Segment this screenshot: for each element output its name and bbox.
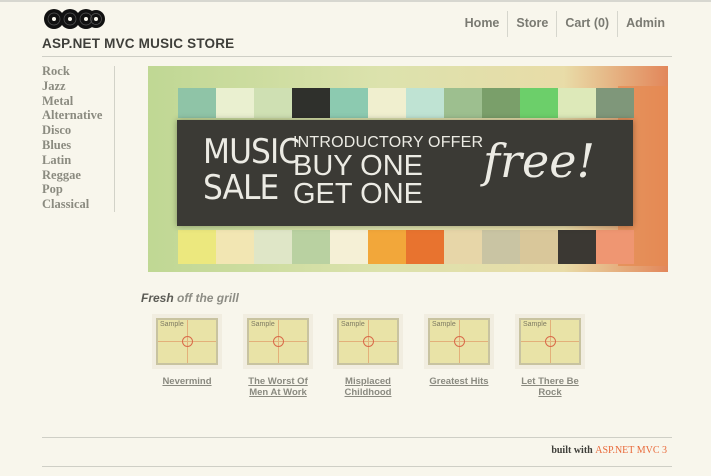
banner-tile bbox=[368, 88, 406, 118]
genre-link-disco[interactable]: Disco bbox=[42, 123, 114, 138]
banner-get-text: GET ONE bbox=[293, 178, 423, 210]
album-art-thumbnail[interactable]: Sample bbox=[519, 318, 581, 365]
target-icon bbox=[454, 336, 465, 347]
album-art-thumbnail[interactable]: Sample bbox=[428, 318, 490, 365]
genre-link-metal[interactable]: Metal bbox=[42, 94, 114, 109]
album-title-link[interactable]: Nevermind bbox=[145, 376, 229, 387]
album-title-link[interactable]: Greatest Hits bbox=[417, 376, 501, 387]
banner-sale-text: SALE bbox=[203, 168, 279, 208]
album-art-thumbnail[interactable]: Sample bbox=[337, 318, 399, 365]
genre-link-rock[interactable]: Rock bbox=[42, 64, 114, 79]
promo-banner-panel[interactable]: MUSIC SALE INTRODUCTORY OFFER BUY ONE GE… bbox=[177, 120, 633, 226]
genre-link-jazz[interactable]: Jazz bbox=[42, 79, 114, 94]
banner-tile bbox=[292, 230, 330, 264]
banner-tile bbox=[444, 230, 482, 264]
banner-tile bbox=[482, 88, 520, 118]
thumbnail-sample-label: Sample bbox=[432, 321, 456, 328]
album-art-thumbnail[interactable]: Sample bbox=[247, 318, 309, 365]
banner-tile bbox=[558, 88, 596, 118]
album-art-thumbnail[interactable]: Sample bbox=[156, 318, 218, 365]
album-card[interactable]: Sample Misplaced Childhood bbox=[326, 318, 410, 398]
genre-link-latin[interactable]: Latin bbox=[42, 153, 114, 168]
banner-tile bbox=[330, 230, 368, 264]
banner-tile bbox=[406, 230, 444, 264]
album-card[interactable]: Sample Nevermind bbox=[145, 318, 229, 387]
genre-link-pop[interactable]: Pop bbox=[42, 182, 114, 197]
banner-tile bbox=[216, 88, 254, 118]
banner-free-text: free! bbox=[483, 134, 595, 188]
banner-tile bbox=[520, 230, 558, 264]
genre-link-reggae[interactable]: Reggae bbox=[42, 168, 114, 183]
nav-admin[interactable]: Admin bbox=[618, 11, 673, 37]
banner-tile bbox=[558, 230, 596, 264]
thumbnail-sample-label: Sample bbox=[251, 321, 275, 328]
banner-tile bbox=[254, 88, 292, 118]
banner-tile bbox=[406, 88, 444, 118]
nav-home[interactable]: Home bbox=[457, 11, 508, 37]
banner-tile bbox=[216, 230, 254, 264]
banner-tile bbox=[330, 88, 368, 118]
album-card[interactable]: Sample The Worst Of Men At Work bbox=[236, 318, 320, 398]
nav-store[interactable]: Store bbox=[508, 11, 556, 37]
banner-tile bbox=[368, 230, 406, 264]
fresh-heading-bold: Fresh bbox=[141, 291, 174, 305]
site-title: ASP.NET MVC MUSIC STORE bbox=[42, 36, 235, 51]
target-icon bbox=[363, 336, 374, 347]
banner-music-text: MUSIC bbox=[203, 132, 300, 172]
footer-divider-top bbox=[42, 437, 672, 438]
banner-tile bbox=[444, 88, 482, 118]
nav-cart[interactable]: Cart (0) bbox=[557, 11, 617, 37]
album-title-link[interactable]: Misplaced Childhood bbox=[326, 376, 410, 398]
album-title-link[interactable]: The Worst Of Men At Work bbox=[236, 376, 320, 398]
banner-tile bbox=[482, 230, 520, 264]
footer-divider-bottom bbox=[42, 466, 672, 467]
banner-tile bbox=[254, 230, 292, 264]
banner-tile bbox=[596, 230, 634, 264]
target-icon bbox=[182, 336, 193, 347]
banner-tile bbox=[292, 88, 330, 118]
genre-menu: Rock Jazz Metal Alternative Disco Blues … bbox=[42, 64, 114, 212]
footer-brand-link[interactable]: ASP.NET MVC 3 bbox=[595, 445, 667, 456]
fresh-heading-rest: off the grill bbox=[177, 291, 239, 305]
banner-tile bbox=[178, 88, 216, 118]
album-card[interactable]: Sample Greatest Hits bbox=[417, 318, 501, 387]
header-divider bbox=[42, 56, 672, 57]
sidebar-divider bbox=[114, 66, 115, 212]
main-nav: Home Store Cart (0) Admin bbox=[457, 11, 673, 37]
banner-tile bbox=[596, 88, 634, 118]
genre-link-classical[interactable]: Classical bbox=[42, 197, 114, 212]
top-border bbox=[0, 0, 711, 2]
album-card[interactable]: Sample Let There Be Rock bbox=[508, 318, 592, 398]
album-title-link[interactable]: Let There Be Rock bbox=[508, 376, 592, 398]
thumbnail-sample-label: Sample bbox=[341, 321, 365, 328]
target-icon bbox=[273, 336, 284, 347]
genre-link-alternative[interactable]: Alternative bbox=[42, 108, 114, 123]
target-icon bbox=[545, 336, 556, 347]
banner-tile bbox=[520, 88, 558, 118]
thumbnail-sample-label: Sample bbox=[160, 321, 184, 328]
genre-link-blues[interactable]: Blues bbox=[42, 138, 114, 153]
vinyl-records-logo-icon[interactable] bbox=[44, 4, 106, 34]
footer-prefix: built with bbox=[551, 445, 593, 456]
fresh-heading: Fresh off the grill bbox=[141, 291, 239, 305]
thumbnail-sample-label: Sample bbox=[523, 321, 547, 328]
footer-credit: built with ASP.NET MVC 3 bbox=[551, 445, 667, 456]
banner-tile bbox=[178, 230, 216, 264]
